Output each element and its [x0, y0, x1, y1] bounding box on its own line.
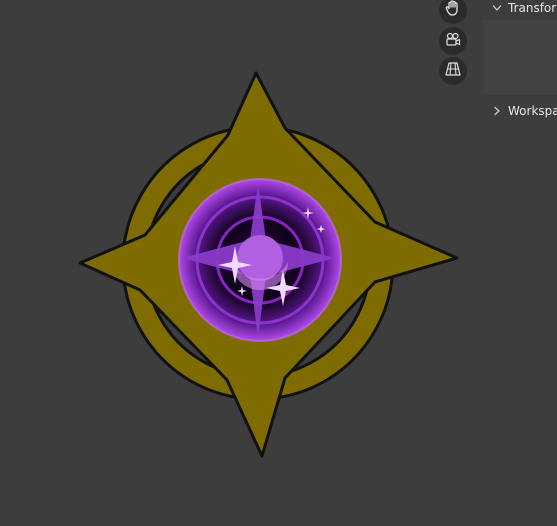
transform-panel-label: Transform [508, 1, 557, 15]
transform-panel-header[interactable]: Transform [483, 0, 557, 18]
chevron-right-icon [494, 106, 500, 116]
grid-perspective-icon [444, 60, 462, 82]
compass-emblem[interactable] [0, 0, 557, 526]
camera-icon [444, 30, 462, 52]
camera-view-button[interactable] [439, 27, 467, 55]
chevron-down-icon [492, 5, 502, 11]
sidebar-panel: Transform Workspace [483, 0, 557, 526]
hand-pan-icon [444, 0, 462, 21]
3d-viewport[interactable] [0, 0, 557, 526]
moon [237, 235, 283, 281]
workspace-panel-header[interactable]: Workspace [483, 101, 557, 121]
workspace-panel-label: Workspace [508, 104, 557, 118]
toggle-projection-button[interactable] [439, 57, 467, 85]
transform-panel-body [483, 20, 557, 95]
